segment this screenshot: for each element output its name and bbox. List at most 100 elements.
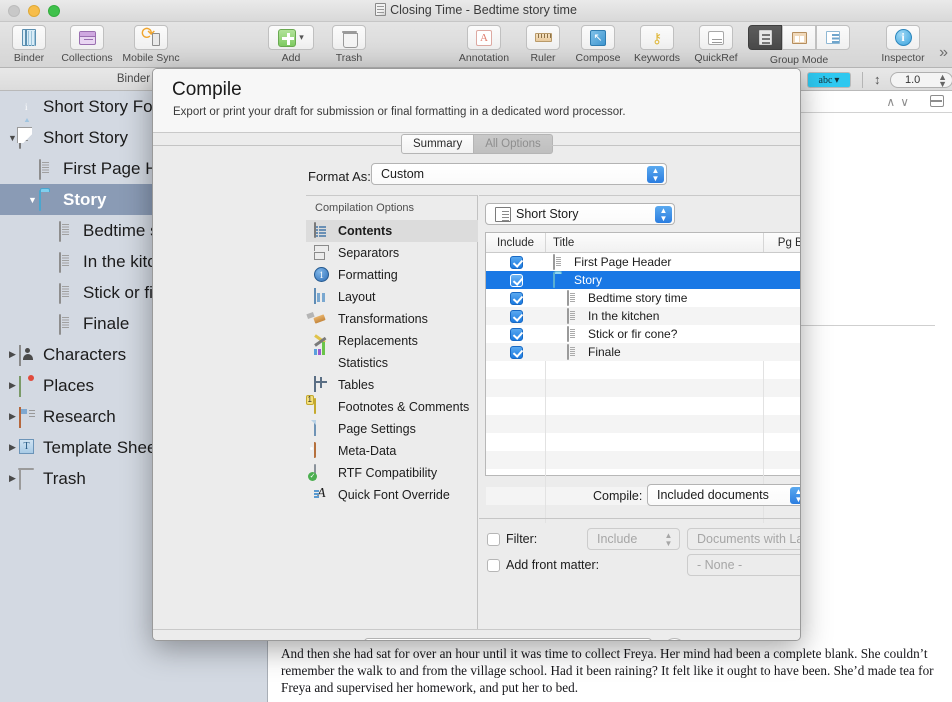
- compile-scope-popup[interactable]: Included documents ▲▼: [647, 484, 800, 506]
- cell-include[interactable]: [486, 253, 546, 271]
- help-button[interactable]: ?: [663, 638, 686, 640]
- toolbar-item-binder[interactable]: Binder: [0, 25, 58, 64]
- checkbox-checked[interactable]: [509, 327, 523, 341]
- option-item-replacements[interactable]: Replacements: [306, 330, 478, 352]
- contents-table-body[interactable]: First Page Header Story Bedtime story time…: [486, 253, 800, 523]
- checkbox-checked[interactable]: [509, 309, 523, 323]
- checkbox-checked[interactable]: [509, 273, 523, 287]
- toolbar-overflow-icon[interactable]: »: [939, 44, 948, 62]
- toolbar-item-inspector[interactable]: i Inspector: [874, 25, 932, 64]
- info-triangle-icon: [19, 98, 38, 122]
- popup-arrows-icon: ▲▼: [647, 166, 664, 183]
- line-height-stepper[interactable]: 1.0 ▲ ▼: [890, 72, 952, 89]
- option-item-layout[interactable]: Layout: [306, 286, 478, 308]
- option-item-formatting[interactable]: 1 Formatting: [306, 264, 478, 286]
- table-row[interactable]: Finale: [486, 343, 800, 361]
- checkbox-checked[interactable]: [509, 291, 523, 305]
- filter-kind-popup[interactable]: Documents with Label ▲▼: [687, 528, 800, 550]
- cell-include[interactable]: [486, 271, 546, 289]
- option-item-meta-data[interactable]: Meta-Data: [306, 440, 478, 462]
- option-item-quick-font-override[interactable]: Quick Font Override: [306, 484, 478, 506]
- option-item-contents[interactable]: Contents: [306, 220, 478, 242]
- cell-pg-break[interactable]: [764, 325, 800, 343]
- filter-checkbox[interactable]: [487, 532, 500, 546]
- stepper-arrows-icon[interactable]: ▲ ▼: [938, 73, 947, 89]
- disclosure-closed-icon[interactable]: ▶: [6, 442, 19, 453]
- toolbar-item-compose[interactable]: ↖ Compose: [569, 25, 627, 64]
- cell-include[interactable]: [486, 325, 546, 343]
- table-row[interactable]: In the kitchen: [486, 307, 800, 325]
- disclosure-closed-icon[interactable]: ▶: [6, 411, 19, 422]
- cell-pg-break[interactable]: [764, 289, 800, 307]
- option-item-tables[interactable]: Tables: [306, 374, 478, 396]
- toolbar-item-keywords[interactable]: ⚷ Keywords: [628, 25, 686, 64]
- table-row[interactable]: Bedtime story time: [486, 289, 800, 307]
- text-style-badge[interactable]: abc ▾: [807, 72, 851, 88]
- tab-summary[interactable]: Summary: [401, 134, 475, 154]
- cell-empty: [486, 397, 546, 415]
- toolbar-item-mobile-sync[interactable]: Mobile Sync: [122, 25, 180, 65]
- group-mode-list-button[interactable]: [748, 25, 782, 50]
- disclosure-closed-icon[interactable]: ▶: [6, 349, 19, 360]
- compilation-options-list[interactable]: Contents Separators 1 Formatting Layout Trans…: [306, 220, 478, 506]
- table-row-empty: [486, 433, 800, 451]
- source-document-popup[interactable]: Short Story ▲ ▼: [485, 203, 675, 225]
- group-mode-outline-button[interactable]: [816, 25, 850, 50]
- compile-dialog-footer: Compile For: Microsoft Word (.docx) ▲▼ ?…: [153, 629, 800, 640]
- disclosure-closed-icon[interactable]: ▶: [6, 380, 19, 391]
- binder-item-label: Research: [43, 406, 116, 426]
- filter-mode-popup[interactable]: Include ▲ ▼: [587, 528, 680, 550]
- editor-nav-arrows-icon[interactable]: ∧∨: [886, 95, 914, 109]
- toolbar-item-collections[interactable]: Collections: [58, 25, 116, 64]
- tab-all-options[interactable]: All Options: [474, 134, 553, 154]
- split-editor-icon[interactable]: [930, 95, 944, 107]
- map-pin-icon: [19, 376, 21, 397]
- cell-pg-break[interactable]: [764, 343, 800, 361]
- table-row[interactable]: Stick or fir cone?: [486, 325, 800, 343]
- table-row[interactable]: Story: [486, 271, 800, 289]
- cell-empty: [764, 433, 800, 451]
- cell-pg-break[interactable]: [764, 271, 800, 289]
- group-mode-corkboard-button[interactable]: [782, 25, 816, 50]
- person-icon: [19, 345, 38, 366]
- compile-tabs[interactable]: Summary All Options: [401, 134, 553, 154]
- disclosure-closed-icon[interactable]: ▶: [6, 473, 19, 484]
- cell-pg-break[interactable]: [764, 307, 800, 325]
- compilation-options-pane[interactable]: Compilation Options Contents Separators 1 F…: [306, 195, 478, 629]
- toolbar-item-ruler[interactable]: Ruler: [514, 25, 572, 64]
- option-item-separators[interactable]: Separators: [306, 242, 478, 264]
- format-as-popup[interactable]: Custom ▲ ▼: [371, 163, 667, 185]
- group-mode-segmented-control[interactable]: [748, 25, 850, 50]
- front-matter-checkbox[interactable]: [487, 558, 500, 572]
- compile-dialog[interactable]: Compile Export or print your draft for s…: [152, 68, 801, 641]
- disclosure-open-icon[interactable]: ▼: [26, 195, 39, 205]
- document-icon: [553, 254, 568, 270]
- checkbox-checked[interactable]: [509, 345, 523, 359]
- toolbar-item-annotation[interactable]: A Annotation: [455, 25, 513, 64]
- cell-include[interactable]: [486, 307, 546, 325]
- binder-item-label: Places: [43, 375, 95, 395]
- toolbar-item-quickref[interactable]: QuickRef: [687, 25, 745, 64]
- cell-include[interactable]: [486, 289, 546, 307]
- front-matter-popup[interactable]: - None - ▲▼: [687, 554, 800, 576]
- formatting-icon: 1: [314, 267, 332, 283]
- checkbox-checked[interactable]: [509, 255, 523, 269]
- window-title: Closing Time - Bedtime story time: [0, 3, 952, 17]
- option-item-label: Meta-Data: [338, 444, 397, 458]
- cell-include[interactable]: [486, 343, 546, 361]
- stack-icon: [495, 206, 511, 222]
- front-matter-row: Add front matter: - None - ▲▼: [487, 554, 800, 576]
- option-item-statistics[interactable]: Statistics: [306, 352, 478, 374]
- compile-for-popup[interactable]: Microsoft Word (.docx) ▲▼: [364, 638, 652, 640]
- popup-arrows-icon: ▲▼: [655, 206, 672, 223]
- contents-table[interactable]: Include Title Pg Break Before As-Is Firs…: [485, 232, 800, 523]
- option-item-rtf-compatibility[interactable]: RTF Compatibility: [306, 462, 478, 484]
- option-item-page-settings[interactable]: Page Settings: [306, 418, 478, 440]
- option-item-label: Transformations: [338, 312, 428, 326]
- option-item-transformations[interactable]: Transformations: [306, 308, 478, 330]
- toolbar-item-add[interactable]: ▾ Add: [262, 25, 320, 64]
- table-row[interactable]: First Page Header: [486, 253, 800, 271]
- toolbar-item-trash[interactable]: Trash: [320, 25, 378, 64]
- option-item-footnotes-comments[interactable]: Footnotes & Comments: [306, 396, 478, 418]
- cell-pg-break[interactable]: [764, 253, 800, 271]
